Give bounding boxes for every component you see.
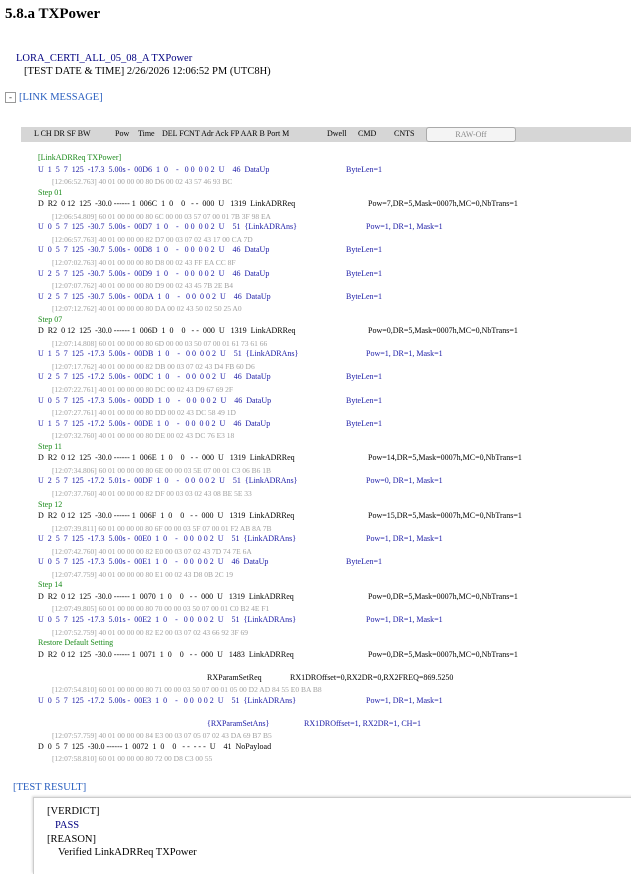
frame-detail: Pow=1, DR=1, Mask=1: [366, 615, 443, 624]
uplink-frame: U 0 5 7 125 -17.2 5.00s - 00E3 1 0 - 0 0…: [38, 696, 297, 705]
raw-payload: [12:07:34.806] 60 01 00 00 00 80 6E 00 0…: [52, 466, 271, 475]
frame-detail: RX1DROffset=0,RX2DR=0,RX2FREQ=869.5250: [290, 673, 454, 682]
raw-payload: [12:07:02.763] 40 01 00 00 00 80 D8 00 0…: [52, 258, 236, 267]
raw-payload: [12:07:49.805] 60 01 00 00 00 80 70 00 0…: [52, 604, 270, 613]
raw-payload: [12:07:14.808] 60 01 00 00 00 80 6D 00 0…: [52, 339, 268, 348]
uplink-frame: U 2 5 7 125 -17.3 5.00s - 00E0 1 0 - 0 0…: [38, 534, 297, 543]
downlink-frame: D R2 0 12 125 -30.0 ------ 1 006C 1 0 0 …: [38, 199, 296, 208]
step-label: Step 11: [38, 442, 62, 451]
test-result-label: [TEST RESULT]: [13, 782, 87, 793]
frame-detail: ByteLen=1: [346, 245, 383, 254]
col-pow: Pow: [115, 129, 130, 138]
raw-payload: [12:06:54.809] 60 01 00 00 00 80 6C 00 0…: [52, 212, 271, 221]
raw-toggle-button[interactable]: RAW-Off: [426, 127, 516, 142]
test-name: LORA_CERTI_ALL_05_08_A TXPower: [16, 53, 193, 64]
uplink-frame: U 0 5 7 125 -30.7 5.00s - 00D7 1 0 - 0 0…: [38, 222, 298, 231]
downlink-frame: D R2 0 12 125 -30.0 ------ 1 0070 1 0 0 …: [38, 592, 294, 601]
step-label: Step 14: [38, 580, 63, 589]
col-cmd: CMD: [358, 129, 377, 138]
raw-payload: [12:07:42.760] 40 01 00 00 00 82 E0 00 0…: [52, 547, 252, 556]
frame-detail: Pow=14,DR=5,Mask=0007h,MC=0,NbTrans=1: [368, 453, 522, 462]
reason-value: Verified LinkADRReq TXPower: [58, 847, 197, 858]
collapse-toggle-icon[interactable]: -: [5, 92, 16, 104]
raw-payload: [12:07:47.759] 40 01 00 00 00 80 E1 00 0…: [52, 570, 234, 579]
frame-detail: Pow=1, DR=1, Mask=1: [366, 222, 443, 231]
uplink-frame: U 2 5 7 125 -30.7 5.00s - 00D9 1 0 - 0 0…: [38, 269, 270, 278]
frame-detail: ByteLen=1: [346, 372, 383, 381]
uplink-frame: U 0 5 7 125 -17.3 5.00s - 00DD 1 0 - 0 0…: [38, 396, 272, 405]
link-message-label[interactable]: [LINK MESSAGE]: [19, 92, 103, 103]
uplink-frame: U 0 5 7 125 -17.3 5.01s - 00E2 1 0 - 0 0…: [38, 615, 297, 624]
frame-detail: ByteLen=1: [346, 557, 383, 566]
downlink-frame: D 0 5 7 125 -30.0 ------ 1 0072 1 0 0 - …: [38, 742, 272, 751]
raw-payload: [12:06:57.763] 40 01 00 00 00 82 D7 00 0…: [52, 235, 253, 244]
raw-payload: [12:07:12.762] 40 01 00 00 00 80 DA 00 0…: [52, 304, 242, 313]
raw-payload: [12:07:57.759] 40 01 00 00 00 84 E3 00 0…: [52, 731, 272, 740]
raw-payload: [12:07:58.810] 60 01 00 00 00 80 72 00 D…: [52, 754, 213, 763]
frame-detail: Pow=1, DR=1, Mask=1: [366, 696, 443, 705]
frame-detail: Pow=0,DR=5,Mask=0007h,MC=0,NbTrans=1: [368, 326, 518, 335]
col-fields: DEL FCNT Adr Ack FP AAR B Port M: [162, 129, 290, 138]
uplink-frame: U 1 5 7 125 -17.2 5.00s - 00DE 1 0 - 0 0…: [38, 419, 271, 428]
raw-payload: [12:07:32.760] 40 01 00 00 00 80 DE 00 0…: [52, 431, 235, 440]
frame-detail: RX1DROffset=1, RX2DR=1, CH=1: [304, 719, 421, 728]
raw-payload: [12:07:27.761] 40 01 00 00 00 80 DD 00 0…: [52, 408, 236, 417]
frame-detail: Pow=7,DR=5,Mask=0007h,MC=0,NbTrans=1: [368, 199, 518, 208]
raw-payload: [12:07:07.762] 40 01 00 00 00 80 D9 00 0…: [52, 281, 234, 290]
uplink-frame: U 1 5 7 125 -17.3 5.00s - 00DB 1 0 - 0 0…: [38, 349, 299, 358]
downlink-frame: D R2 0 12 125 -30.0 ------ 1 006F 1 0 0 …: [38, 511, 295, 520]
verdict-label: [VERDICT]: [47, 806, 100, 817]
raw-payload: [12:07:22.761] 40 01 00 00 00 80 DC 00 0…: [52, 385, 234, 394]
raw-payload: [12:07:54.810] 60 01 00 00 00 80 71 00 0…: [52, 685, 322, 694]
frame-detail: Pow=15,DR=5,Mask=0007h,MC=0,NbTrans=1: [368, 511, 522, 520]
reason-label: [REASON]: [47, 834, 96, 845]
frame-detail: Pow=1, DR=1, Mask=1: [366, 534, 443, 543]
test-header: LORA_CERTI_ALL_05_08_A TXPower [TEST DAT…: [16, 52, 271, 78]
uplink-frame: U 2 5 7 125 -30.7 5.00s - 00DA 1 0 - 0 0…: [38, 292, 271, 301]
frame-detail: ByteLen=1: [346, 165, 383, 174]
step-label: [LinkADRReq TXPower]: [38, 153, 122, 162]
col-l-ch-dr-sf-bw: L CH DR SF BW: [34, 129, 91, 138]
uplink-frame: U 0 5 7 125 -17.3 5.00s - 00E1 1 0 - 0 0…: [38, 557, 269, 566]
frame-detail: Pow=0,DR=5,Mask=0007h,MC=0,NbTrans=1: [368, 650, 518, 659]
raw-payload: [12:06:52.763] 40 01 00 00 00 80 D6 00 0…: [52, 177, 233, 186]
frame-detail: ByteLen=1: [346, 396, 383, 405]
downlink-frame: D R2 0 12 125 -30.0 ------ 1 006D 1 0 0 …: [38, 326, 296, 335]
step-label: Step 12: [38, 500, 63, 509]
raw-payload: [12:07:39.811] 60 01 00 00 00 80 6F 00 0…: [52, 524, 272, 533]
downlink-frame: D R2 0 12 125 -30.0 ------ 1 0071 1 0 0 …: [38, 650, 294, 659]
raw-payload: [12:07:17.762] 40 01 00 00 00 82 DB 00 0…: [52, 362, 255, 371]
verdict-value: PASS: [55, 820, 80, 831]
frame-detail: ByteLen=1: [346, 269, 383, 278]
step-label: Step 07: [38, 315, 63, 324]
frame-detail: ByteLen=1: [346, 419, 383, 428]
raw-payload: [12:07:37.760] 40 01 00 00 00 82 DF 00 0…: [52, 489, 252, 498]
frame-detail: Pow=0,DR=5,Mask=0007h,MC=0,NbTrans=1: [368, 592, 518, 601]
downlink-frame: D R2 0 12 125 -30.0 ------ 1 006E 1 0 0 …: [38, 453, 295, 462]
uplink-frame: U 1 5 7 125 -17.3 5.00s - 00D6 1 0 - 0 0…: [38, 165, 270, 174]
frame-detail: Pow=0, DR=1, Mask=1: [366, 476, 443, 485]
uplink-frame: U 2 5 7 125 -17.2 5.01s - 00DF 1 0 - 0 0…: [38, 476, 298, 485]
column-header-bar: L CH DR SF BW Pow Time DEL FCNT Adr Ack …: [21, 127, 631, 142]
frame-detail: Pow=1, DR=1, Mask=1: [366, 349, 443, 358]
raw-payload: [12:07:52.759] 40 01 00 00 00 82 E2 00 0…: [52, 628, 249, 637]
downlink-frame: RXParamSetReq: [207, 673, 262, 682]
test-result-box: [VERDICT] PASS [REASON] Verified LinkADR…: [33, 797, 631, 874]
col-time: Time: [138, 129, 155, 138]
col-cnts: CNTS: [394, 129, 415, 138]
page-title: 5.8.a TXPower: [5, 6, 101, 22]
uplink-frame: U 2 5 7 125 -17.2 5.00s - 00DC 1 0 - 0 0…: [38, 372, 271, 381]
step-label: Step 01: [38, 188, 63, 197]
test-date: [TEST DATE & TIME] 2/26/2026 12:06:52 PM…: [24, 66, 271, 77]
uplink-frame: {RXParamSetAns}: [207, 719, 270, 728]
uplink-frame: U 0 5 7 125 -30.7 5.00s - 00D8 1 0 - 0 0…: [38, 245, 270, 254]
col-dwell: Dwell: [327, 129, 347, 138]
link-message-header[interactable]: - [LINK MESSAGE]: [5, 92, 103, 104]
frame-detail: ByteLen=1: [346, 292, 383, 301]
step-label: Restore Default Setting: [38, 638, 114, 647]
